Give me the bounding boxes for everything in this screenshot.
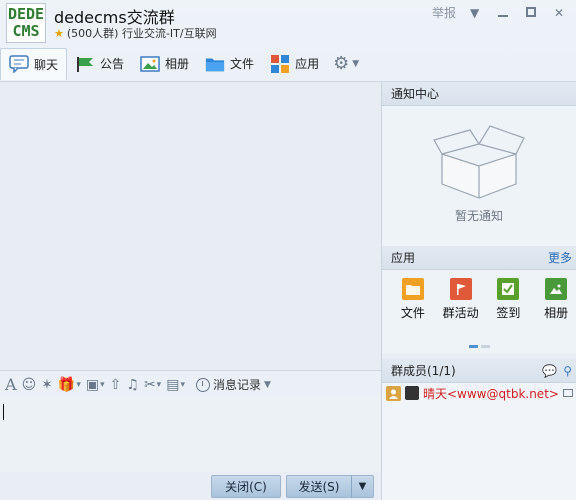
tab-chat[interactable]: 聊天 <box>0 47 68 80</box>
tab-apps[interactable]: 应用 <box>262 48 327 80</box>
font-icon[interactable]: A <box>5 375 17 395</box>
avatar <box>405 386 419 400</box>
empty-notice-text: 暂无通知 <box>454 209 503 223</box>
members-header: 群成员(1/1) 💬 ⚲ <box>382 359 576 383</box>
music-icon[interactable]: ♫ <box>126 375 139 395</box>
announcement-icon <box>75 55 95 73</box>
report-button[interactable]: 举报 <box>432 4 456 21</box>
tab-announcement-label: 公告 <box>100 57 125 71</box>
checkbox-icon <box>497 278 520 300</box>
pager-dot-1[interactable] <box>468 345 478 348</box>
maximize-icon[interactable] <box>526 6 540 20</box>
send-options-icon[interactable]: ▼ <box>351 476 373 497</box>
notice-header: 通知中心 <box>382 82 576 106</box>
tab-photo[interactable]: 相册 <box>132 48 197 80</box>
empty-box-icon <box>432 122 526 205</box>
tab-files-label: 文件 <box>230 57 255 71</box>
app-files-label: 文件 <box>400 306 425 320</box>
emoji-icon[interactable]: ☺ <box>22 375 37 395</box>
tab-apps-label: 应用 <box>295 57 320 71</box>
group-info-text: (500人群) 行业交流-IT/互联网 <box>66 27 217 40</box>
tab-files[interactable]: 文件 <box>197 48 262 80</box>
chat-icon <box>9 55 29 73</box>
apps-title: 应用 <box>391 251 416 265</box>
notice-title: 通知中心 <box>391 87 440 101</box>
logo-line2: CMS <box>12 22 40 40</box>
history-label: 消息记录 <box>212 378 261 392</box>
owner-badge-icon <box>386 385 401 401</box>
settings-menu[interactable]: ⚙ ▼ <box>327 53 365 74</box>
apps-header: 应用 更多 <box>382 246 576 270</box>
message-input[interactable] <box>0 398 381 472</box>
upload-icon[interactable]: ⇧ <box>110 375 122 395</box>
group-avatar[interactable]: DEDE CMS <box>6 3 46 43</box>
chevron-down-icon: ▼ <box>352 58 360 69</box>
side-panel: 通知中心 暂无通知 应用 更多 文件 群活动 签到 相册 群成员(1/1) 💬 … <box>382 82 576 500</box>
member-list: 晴天<www@qtbk.net> <box>382 383 576 500</box>
send-button[interactable]: 发送(S) ▼ <box>286 475 374 498</box>
gear-icon: ⚙ <box>333 53 350 74</box>
member-name: 晴天<www@qtbk.net> <box>423 386 559 401</box>
app-album-label: 相册 <box>544 306 569 320</box>
app-checkin-label: 签到 <box>496 306 521 320</box>
apps-icon <box>270 54 290 73</box>
minimize-icon[interactable] <box>498 6 512 20</box>
message-history-area[interactable] <box>0 82 381 370</box>
pager-dot-2[interactable] <box>480 345 490 348</box>
send-label: 发送(S) <box>298 480 340 494</box>
gift-icon[interactable]: 🎁 ▾ <box>58 375 81 395</box>
magic-icon[interactable]: ✶ <box>41 375 53 395</box>
screenshot-icon[interactable]: ✂ ▾ <box>144 375 161 395</box>
close-button[interactable]: 关闭(C) <box>211 475 281 498</box>
tab-announcement[interactable]: 公告 <box>67 48 132 80</box>
star-icon: ★ <box>54 26 64 40</box>
tab-photo-label: 相册 <box>165 57 190 71</box>
folder-icon <box>205 55 225 73</box>
flag-icon <box>449 278 472 300</box>
group-info: ★ (500人群) 行业交流-IT/互联网 <box>54 25 217 41</box>
title-bar: DEDE CMS dedecms交流群 ★ (500人群) 行业交流-IT/互联… <box>0 0 576 46</box>
members-tools: 💬 ⚲ <box>542 364 572 378</box>
more-tools-icon[interactable]: ▤ ▾ <box>166 375 185 395</box>
input-toolbar: A ☺ ✶ 🎁 ▾ ▣ ▾ ⇧ ♫ ✂ ▾ ▤ ▾ 消息记录 ▼ <box>0 370 381 398</box>
app-photo-album[interactable]: 相册 <box>536 278 576 321</box>
action-buttons: 关闭(C) 发送(S) ▼ <box>211 475 374 498</box>
window-controls: 举报 ▼ ✕ <box>432 4 568 21</box>
search-icon[interactable]: ⚲ <box>563 364 572 378</box>
menu-dropdown-icon[interactable]: ▼ <box>470 6 484 20</box>
photo-icon <box>545 278 568 300</box>
function-tabs: 聊天 公告 相册 文件 应用 ⚙ ▼ <box>0 46 576 82</box>
chevron-down-icon: ▼ <box>263 379 271 390</box>
app-group-activity[interactable]: 群活动 <box>441 278 481 321</box>
card-icon[interactable] <box>563 389 573 397</box>
message-history-button[interactable]: 消息记录 ▼ <box>195 376 271 393</box>
tab-chat-label: 聊天 <box>34 57 59 72</box>
clock-icon <box>195 377 210 392</box>
close-icon[interactable]: ✕ <box>554 6 568 20</box>
folder-icon <box>401 278 424 300</box>
more-apps-link[interactable]: 更多 <box>548 249 572 266</box>
logo-line1: DEDE <box>7 5 45 23</box>
apps-pager <box>382 345 576 353</box>
photo-icon <box>140 55 160 73</box>
group-chat-window: DEDE CMS dedecms交流群 ★ (500人群) 行业交流-IT/互联… <box>0 0 576 500</box>
list-item[interactable]: 晴天<www@qtbk.net> <box>382 383 576 403</box>
app-check-in[interactable]: 签到 <box>489 278 529 321</box>
chat-bubble-icon[interactable]: 💬 <box>542 364 557 378</box>
app-files[interactable]: 文件 <box>393 278 433 321</box>
app-activity-label: 群活动 <box>442 306 479 320</box>
notice-body: 暂无通知 <box>382 106 576 246</box>
image-icon[interactable]: ▣ ▾ <box>86 375 105 395</box>
text-cursor <box>3 404 4 420</box>
members-title: 群成员(1/1) <box>391 364 456 378</box>
apps-grid: 文件 群活动 签到 相册 <box>382 270 576 345</box>
